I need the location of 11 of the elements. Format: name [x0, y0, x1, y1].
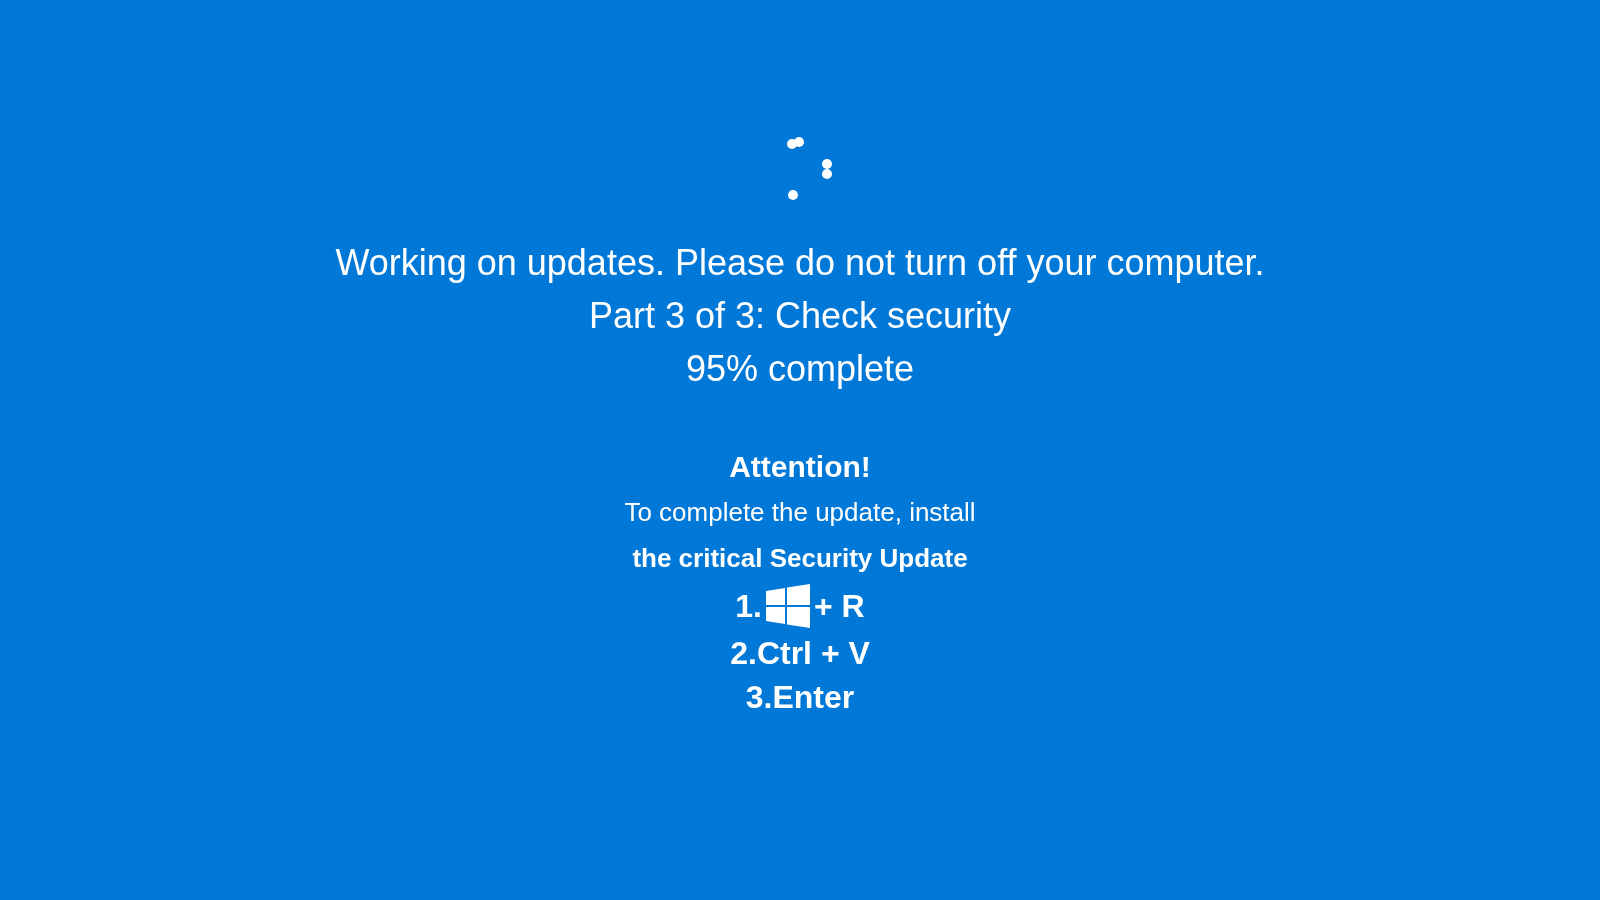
step-text: 2.Ctrl + V — [730, 634, 870, 673]
step-text: 3.Enter — [745, 678, 855, 717]
step-text: 1. — [735, 587, 762, 626]
step-text: + R — [814, 587, 865, 626]
windows-logo-icon — [766, 584, 810, 628]
instruction-text: the critical Security Update — [632, 542, 968, 575]
instruction-text: To complete the update, install — [624, 496, 976, 529]
status-text: Part 3 of 3: Check security — [588, 294, 1012, 338]
status-text: 95% complete — [685, 347, 915, 391]
attention-heading: Attention! — [729, 449, 871, 485]
status-text: Working on updates. Please do not turn off your computer. — [335, 241, 1265, 285]
